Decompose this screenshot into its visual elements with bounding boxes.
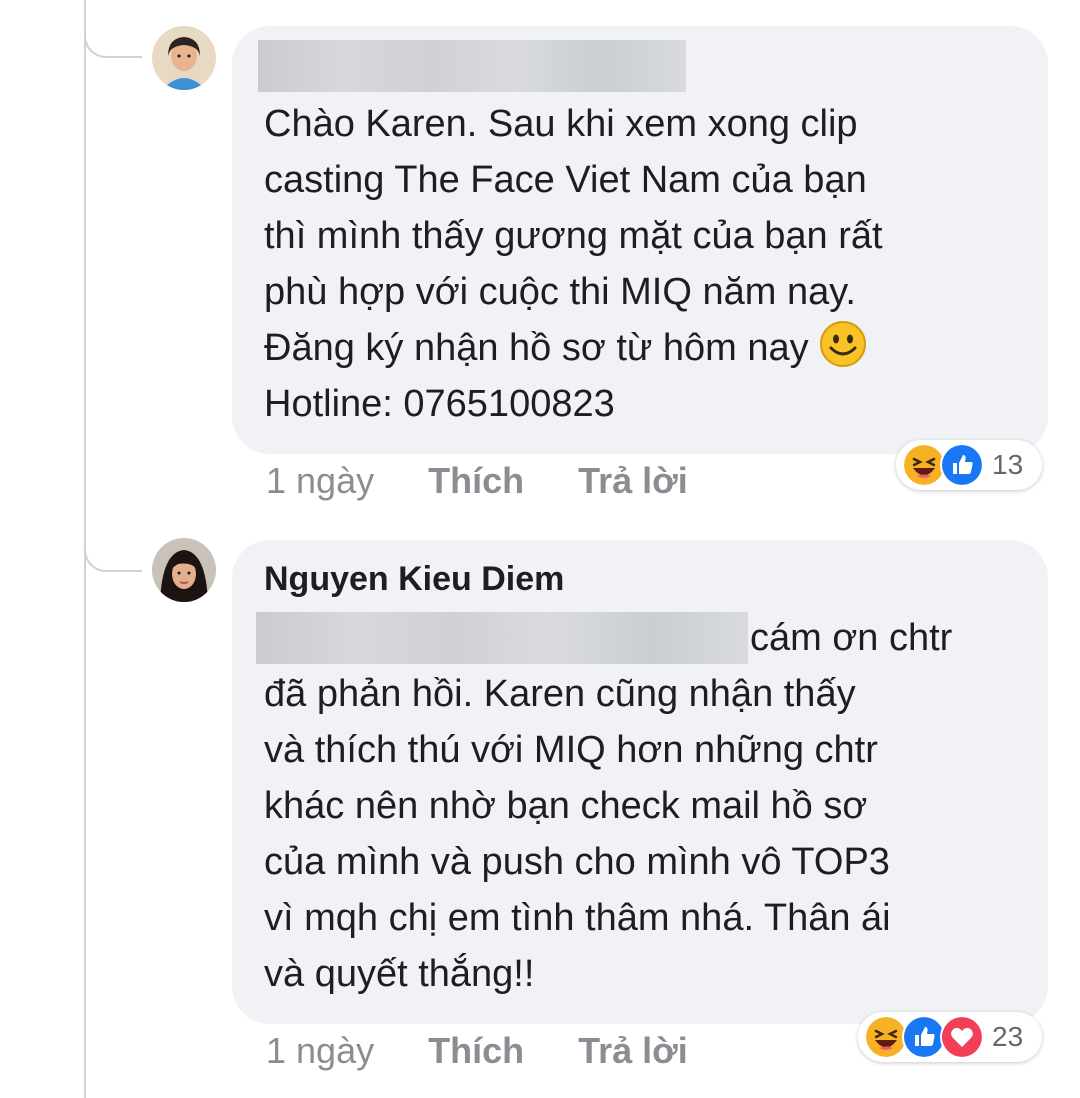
comment-actions: 1 ngày Thích Trả lời bbox=[266, 460, 742, 502]
reaction-count: 23 bbox=[992, 1021, 1024, 1052]
avatar[interactable] bbox=[152, 26, 216, 90]
timestamp[interactable]: 1 ngày bbox=[266, 1030, 374, 1072]
comment-text: Chào Karen. Sau khi xem xong clip castin… bbox=[264, 96, 883, 432]
avatar-image bbox=[152, 26, 216, 90]
comment-body: đã phản hồi. Karen cũng nhận thấy và thí… bbox=[264, 673, 891, 995]
avatar[interactable] bbox=[152, 538, 216, 602]
thread-branch-2 bbox=[84, 514, 142, 572]
reactions-summary[interactable]: 23 bbox=[858, 1012, 1042, 1062]
reply-button[interactable]: Trả lời bbox=[578, 1030, 688, 1072]
smiley-emoji-icon bbox=[820, 321, 867, 367]
like-button[interactable]: Thích bbox=[428, 1030, 524, 1072]
reactions-summary[interactable]: 13 bbox=[896, 440, 1042, 490]
redacted-author-name bbox=[258, 40, 686, 92]
like-button[interactable]: Thích bbox=[428, 460, 524, 502]
reply-button[interactable]: Trả lời bbox=[578, 460, 688, 502]
like-icon bbox=[940, 443, 984, 487]
comment-bubble: Nguyen Kieu Diem cám ơn chtr đã phản hồi… bbox=[232, 540, 1048, 1024]
avatar-image bbox=[152, 538, 216, 602]
hotline-text: Hotline: 0765100823 bbox=[264, 383, 615, 425]
comment-bubble: Chào Karen. Sau khi xem xong clip castin… bbox=[232, 26, 1048, 454]
author-name[interactable]: Nguyen Kieu Diem bbox=[264, 560, 564, 599]
reaction-count: 13 bbox=[992, 449, 1024, 480]
redacted-mention bbox=[256, 612, 748, 664]
thread-branch-1 bbox=[84, 0, 142, 58]
timestamp[interactable]: 1 ngày bbox=[266, 460, 374, 502]
love-icon bbox=[940, 1015, 984, 1059]
comment-body: Chào Karen. Sau khi xem xong clip castin… bbox=[264, 103, 883, 369]
comment-actions: 1 ngày Thích Trả lời bbox=[266, 1030, 742, 1072]
comment-first-line: cám ơn chtr bbox=[750, 617, 953, 659]
